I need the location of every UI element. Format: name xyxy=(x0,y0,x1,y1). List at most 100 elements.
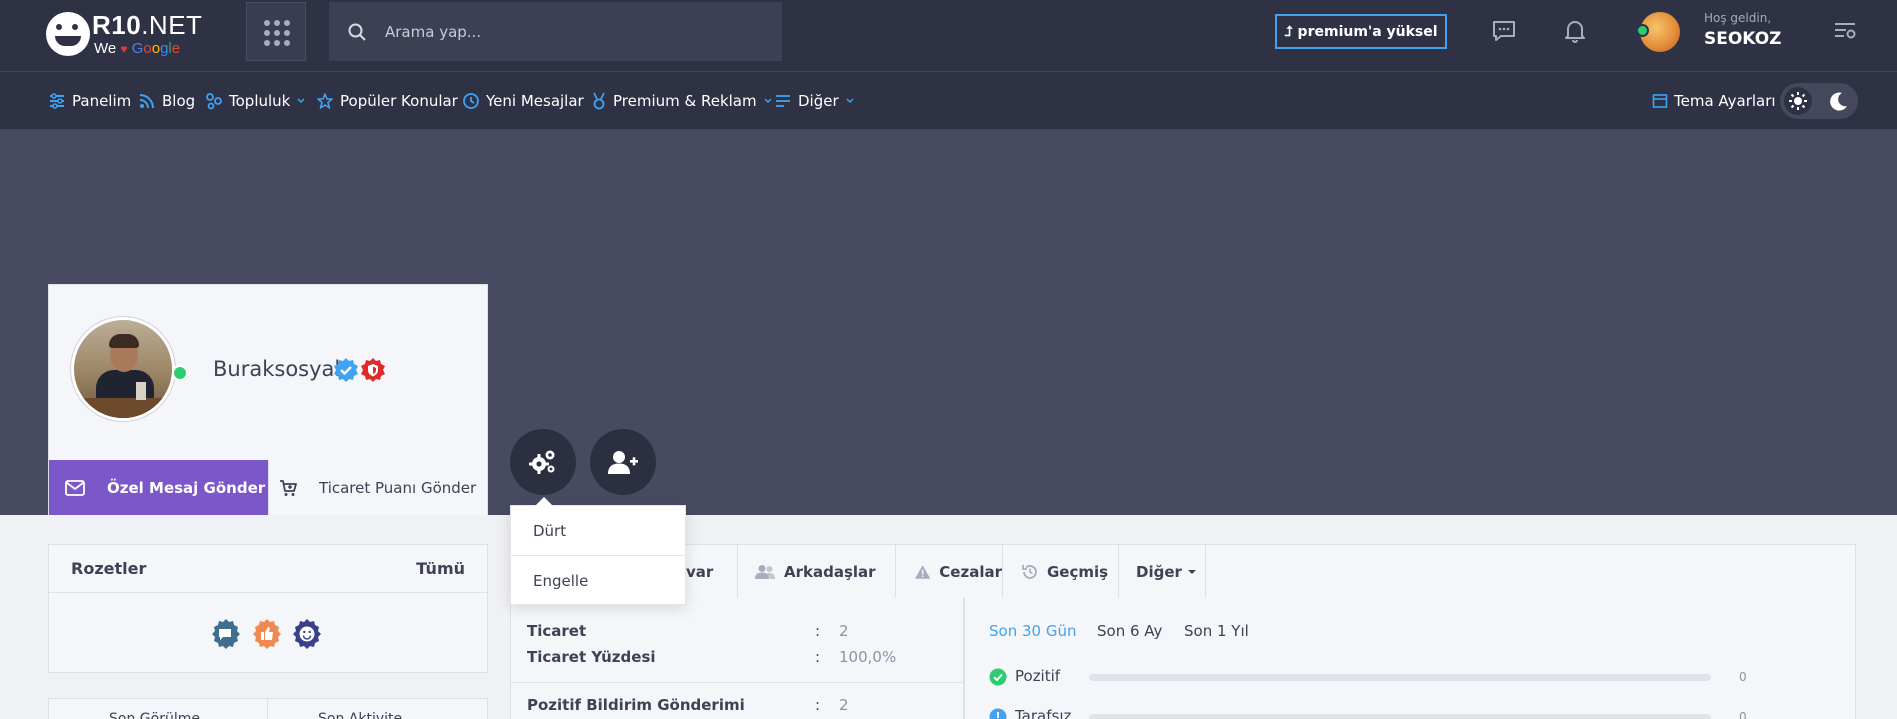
search-input[interactable] xyxy=(385,2,765,61)
warning-icon xyxy=(914,564,931,579)
logo-name: R10.NET xyxy=(92,10,203,40)
tab-history[interactable]: Geçmiş xyxy=(1003,545,1119,598)
gears-icon xyxy=(529,450,555,474)
profile-card: Buraksosyal Özel Mesaj Gönder Ticaret Pu… xyxy=(48,284,488,515)
stats-divider xyxy=(511,682,965,683)
star-icon xyxy=(317,93,333,109)
site-logo[interactable]: R10.NET We ♥ Google xyxy=(46,4,216,64)
moon-icon[interactable] xyxy=(1824,87,1852,115)
window-layout-icon xyxy=(1652,94,1668,108)
rating-neutral: Tarafsız 0 xyxy=(989,706,1839,719)
list-icon xyxy=(776,95,790,107)
last-activity-tab[interactable]: Son Aktivite xyxy=(268,699,487,719)
chat-badge-icon[interactable] xyxy=(210,618,242,650)
user-avatar[interactable] xyxy=(1636,12,1680,52)
caret-down-icon xyxy=(1187,569,1196,574)
tab-envanter[interactable]: var xyxy=(686,545,738,598)
nav-label: Topluluk xyxy=(229,92,291,110)
rating-bar xyxy=(1089,674,1711,681)
online-status-dot xyxy=(1636,24,1649,37)
send-trade-points-button[interactable]: Ticaret Puanı Gönder xyxy=(268,460,487,515)
security-badge-icon xyxy=(361,358,385,382)
tab-label: var xyxy=(686,562,714,581)
notification-bell-icon[interactable] xyxy=(1562,18,1588,44)
top-bar: R10.NET We ♥ Google ⮥ premium'a yüksel H… xyxy=(0,0,1897,72)
nav-label: Diğer xyxy=(798,92,839,110)
period-6-months[interactable]: Son 6 Ay xyxy=(1097,622,1162,640)
tab-label: Arkadaşlar xyxy=(784,562,876,581)
medal-icon xyxy=(593,92,605,110)
profile-avatar[interactable] xyxy=(71,317,175,421)
envelope-icon xyxy=(65,479,85,496)
chat-message-icon[interactable] xyxy=(1491,18,1517,44)
nav-label: Premium & Reklam xyxy=(613,92,757,110)
send-private-message-button[interactable]: Özel Mesaj Gönder xyxy=(49,460,268,515)
info-circle-icon xyxy=(989,708,1007,719)
nav-item-panelim[interactable]: Panelim xyxy=(48,72,131,130)
tab-label: Geçmiş xyxy=(1047,562,1109,581)
profile-username: Buraksosyal xyxy=(213,357,341,381)
clock-chat-icon xyxy=(463,93,479,109)
period-1-year[interactable]: Son 1 Yıl xyxy=(1184,622,1249,640)
logo-mascot-icon xyxy=(46,12,90,56)
profile-online-dot xyxy=(172,365,188,381)
grid-dots-icon xyxy=(264,20,290,46)
theme-toggle[interactable] xyxy=(1780,83,1858,119)
premium-upgrade-button[interactable]: ⮥ premium'a yüksel xyxy=(1275,14,1447,49)
badges-view-all-link[interactable]: Tümü xyxy=(416,559,465,578)
current-username[interactable]: SEOKOZ xyxy=(1704,29,1782,49)
pm-button-label: Özel Mesaj Gönder xyxy=(107,478,266,497)
welcome-text: Hoş geldin, xyxy=(1704,11,1772,25)
tab-label: Cezalar xyxy=(939,562,1002,581)
nav-item-blog[interactable]: Blog xyxy=(138,72,195,130)
sun-icon[interactable] xyxy=(1784,87,1812,115)
tab-other[interactable]: Diğer xyxy=(1119,545,1206,598)
rating-bar xyxy=(1089,714,1711,719)
badges-panel: Rozetler Tümü xyxy=(48,544,488,673)
add-friend-button[interactable] xyxy=(590,429,656,495)
profile-tabs: var Arkadaşlar Cezalar Geçmiş Diğer xyxy=(510,544,1856,599)
profile-settings-button[interactable] xyxy=(510,429,576,495)
nav-item-yeni-mesajlar[interactable]: Yeni Mesajlar xyxy=(462,72,584,130)
community-icon xyxy=(206,93,222,110)
badges-header: Rozetler Tümü xyxy=(49,545,487,593)
tab-penalties[interactable]: Cezalar xyxy=(896,545,1003,598)
activity-tabs: Son Görülme Son Aktivite xyxy=(48,698,488,719)
tab-friends[interactable]: Arkadaşlar xyxy=(738,545,896,598)
theme-settings-label: Tema Ayarları xyxy=(1674,92,1776,110)
nav-item-premium-reklam[interactable]: Premium & Reklam xyxy=(591,72,773,130)
nav-label: Blog xyxy=(162,92,196,110)
settings-list-icon[interactable] xyxy=(1832,18,1858,44)
like-badge-icon[interactable] xyxy=(251,618,283,650)
chevron-down-icon xyxy=(846,98,854,104)
history-icon xyxy=(1022,564,1037,579)
rss-feed-icon xyxy=(139,94,154,109)
search-bar xyxy=(329,2,782,61)
logo-tagline: We ♥ Google xyxy=(94,40,181,57)
verified-badge-icon xyxy=(334,358,358,382)
nav-label: Panelim xyxy=(72,92,132,110)
block-menu-item[interactable]: Engelle xyxy=(511,556,685,606)
profile-actions-dropdown: Dürt Engelle xyxy=(510,497,686,606)
apps-menu-button[interactable] xyxy=(246,2,306,61)
chevron-down-icon xyxy=(297,98,305,104)
chevron-down-icon xyxy=(764,98,772,104)
nav-item-diger[interactable]: Diğer xyxy=(774,72,855,130)
nav-label: Popüler Konular xyxy=(340,92,458,110)
poke-menu-item[interactable]: Dürt xyxy=(511,506,685,556)
feedback-summary: Son 30 Gün Son 6 Ay Son 1 Yıl Pozitif 0 … xyxy=(964,598,1856,719)
smile-badge-icon[interactable] xyxy=(291,618,323,650)
theme-settings-link[interactable]: Tema Ayarları xyxy=(1652,72,1776,130)
check-circle-icon xyxy=(989,668,1007,686)
nav-item-topluluk[interactable]: Topluluk xyxy=(205,72,306,130)
nav-label: Yeni Mesajlar xyxy=(486,92,584,110)
users-icon xyxy=(755,564,775,579)
last-seen-tab[interactable]: Son Görülme xyxy=(49,699,268,719)
nav-item-populer-konular[interactable]: Popüler Konular xyxy=(316,72,458,130)
search-icon[interactable] xyxy=(347,22,367,42)
trade-button-label: Ticaret Puanı Gönder xyxy=(319,478,477,497)
period-30-days[interactable]: Son 30 Gün xyxy=(989,622,1076,640)
user-plus-icon xyxy=(608,451,638,474)
tab-label: Diğer xyxy=(1136,562,1182,581)
sliders-icon xyxy=(50,93,64,109)
